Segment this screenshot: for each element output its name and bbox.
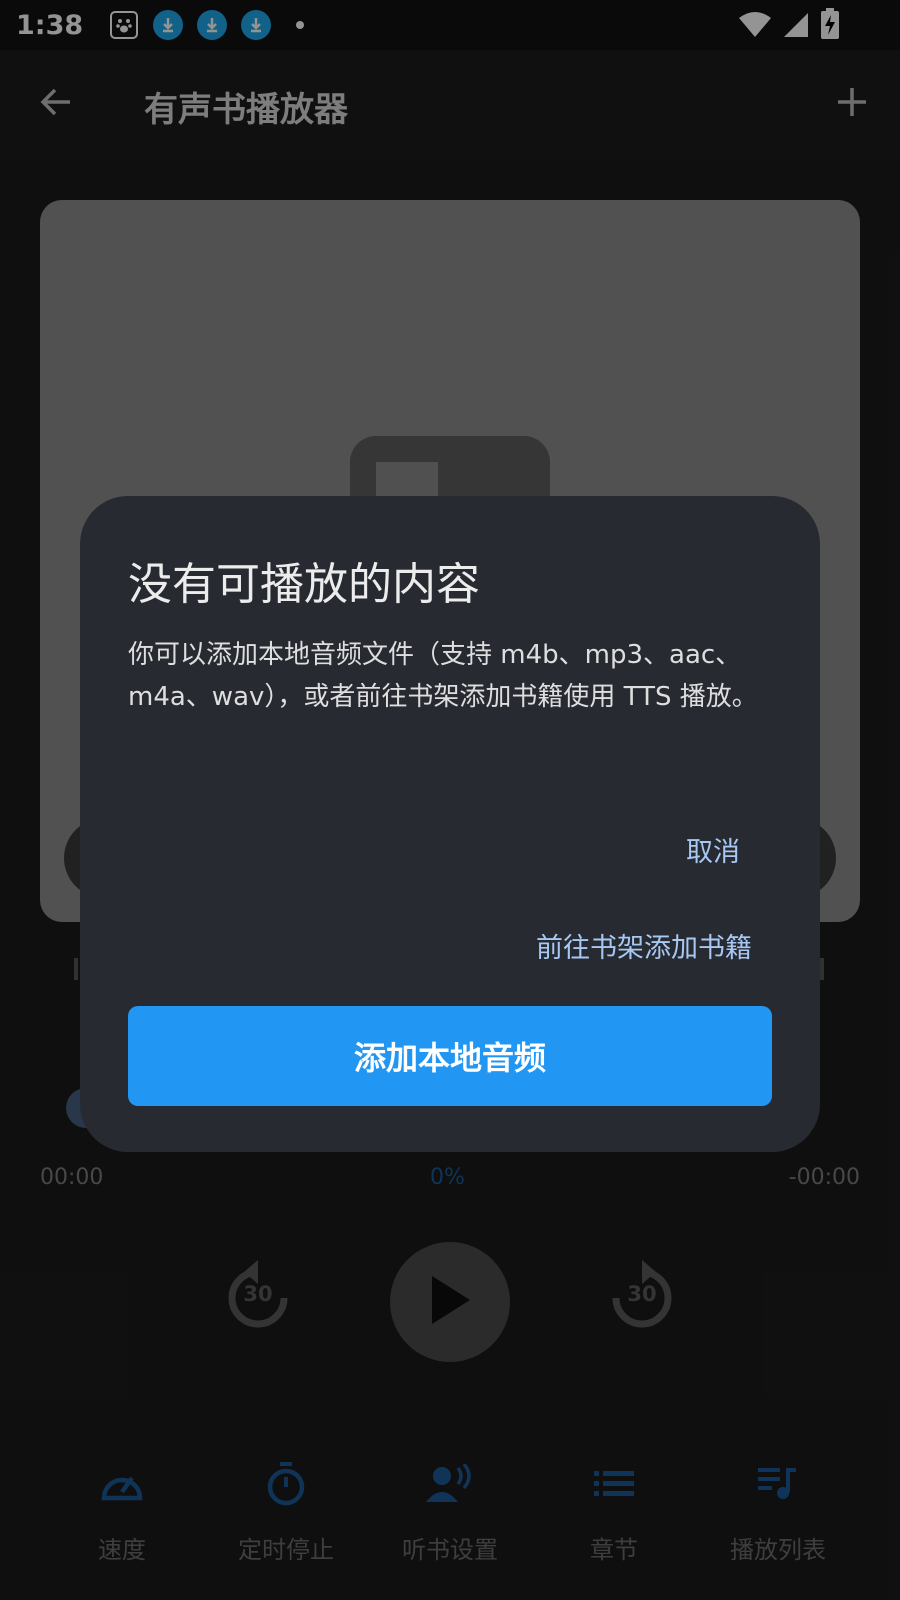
- no-content-dialog: 没有可播放的内容 你可以添加本地音频文件（支持 m4b、mp3、aac、m4a、…: [80, 496, 820, 1152]
- go-to-bookshelf-button[interactable]: 前往书架添加书籍: [536, 926, 752, 965]
- cancel-button[interactable]: 取消: [686, 830, 740, 869]
- dialog-message: 你可以添加本地音频文件（支持 m4b、mp3、aac、m4a、wav），或者前往…: [128, 640, 758, 712]
- add-local-audio-button[interactable]: 添加本地音频: [128, 1006, 772, 1106]
- dialog-title: 没有可播放的内容: [128, 559, 480, 610]
